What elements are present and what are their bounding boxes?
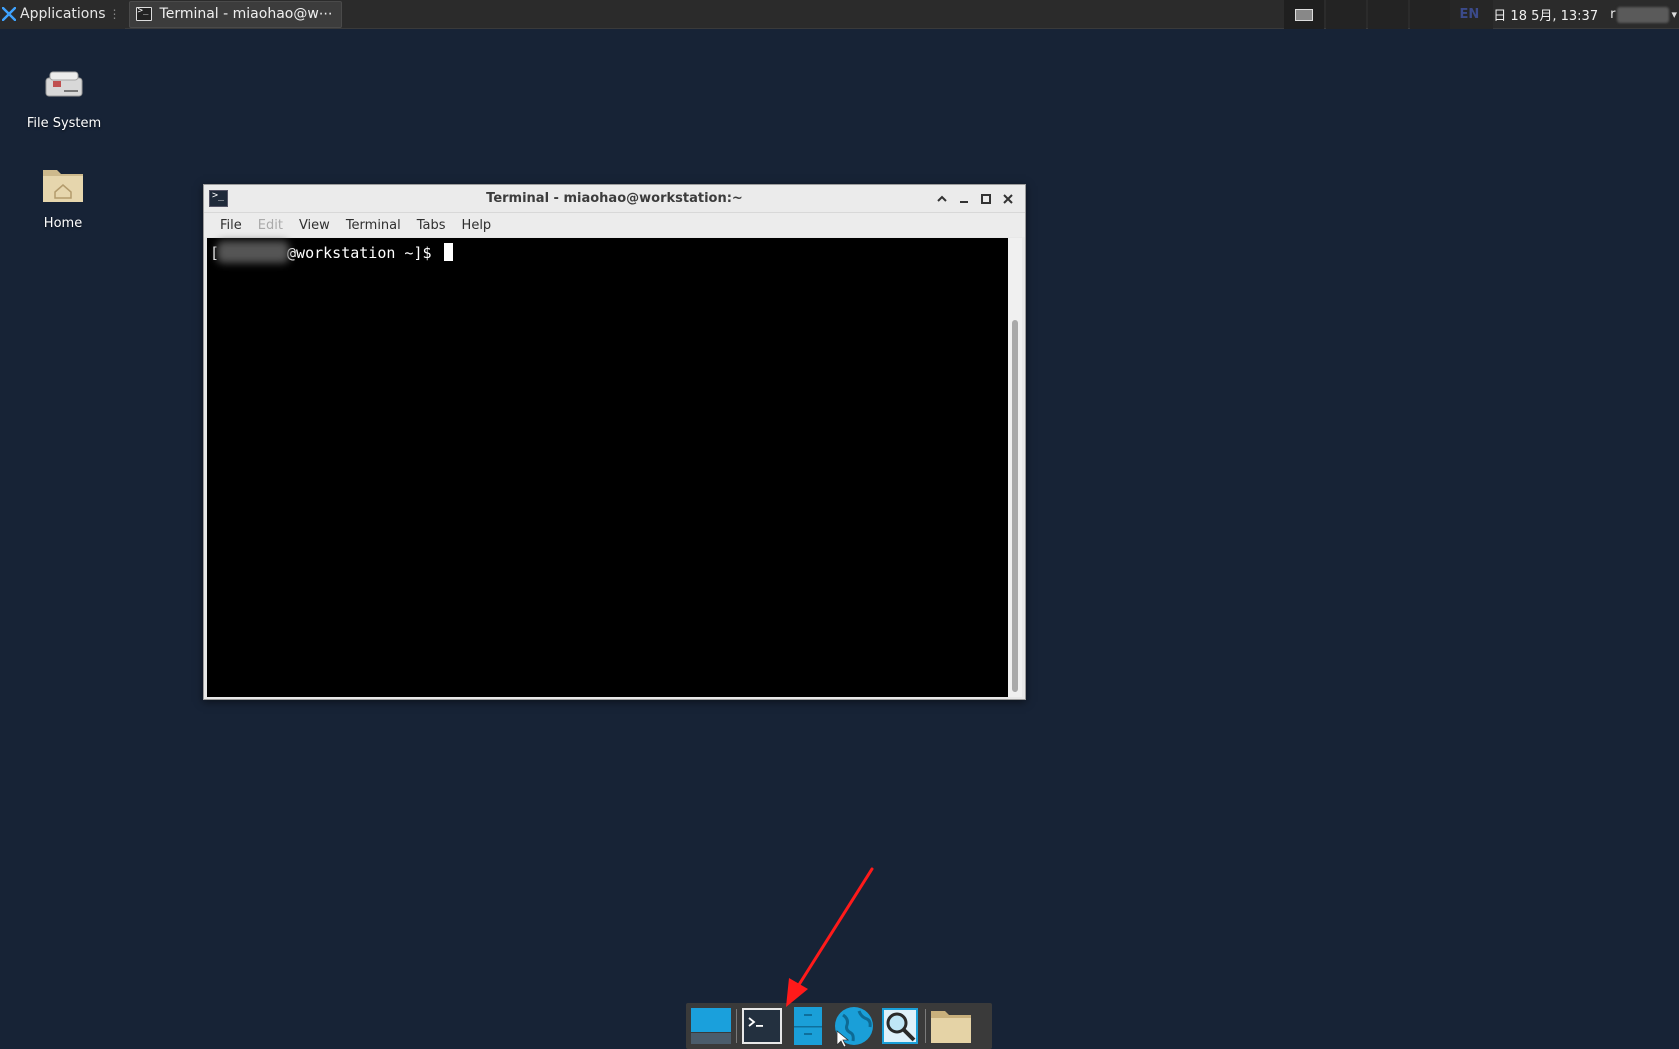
system-tray: EN 日 18 5月, 13:37 r ▾ bbox=[1282, 0, 1679, 29]
tray-slot-empty[interactable] bbox=[1409, 0, 1450, 29]
tray-slot-empty[interactable] bbox=[1325, 0, 1366, 29]
menu-view[interactable]: View bbox=[291, 218, 338, 233]
prompt-host: @workstation ~]$ bbox=[287, 244, 432, 262]
display-indicator[interactable] bbox=[1283, 0, 1324, 29]
taskbar-terminal-button[interactable]: Terminal - miaohao@w⋯ bbox=[128, 0, 342, 28]
chevron-up-icon bbox=[937, 195, 947, 202]
xfce-logo-icon bbox=[2, 7, 16, 21]
keyboard-layout-indicator[interactable]: EN bbox=[1449, 0, 1494, 29]
terminal-icon bbox=[742, 1008, 782, 1044]
menu-edit[interactable]: Edit bbox=[250, 218, 291, 233]
folder-icon bbox=[931, 1011, 971, 1043]
dock-web-browser[interactable] bbox=[831, 1003, 877, 1049]
clock[interactable]: 日 18 5月, 13:37 bbox=[1493, 5, 1610, 24]
bottom-dock bbox=[686, 1003, 992, 1049]
maximize-icon bbox=[981, 194, 991, 204]
menu-terminal[interactable]: Terminal bbox=[338, 218, 409, 233]
dock-separator bbox=[925, 1009, 926, 1043]
window-controls bbox=[931, 189, 1019, 209]
dock-home-folder[interactable] bbox=[928, 1003, 974, 1049]
window-title: Terminal - miaohao@workstation:~ bbox=[486, 191, 743, 206]
desktop-icon bbox=[691, 1008, 731, 1044]
dock-separator bbox=[736, 1009, 737, 1043]
terminal-icon bbox=[135, 6, 152, 21]
terminal-scrollbar[interactable] bbox=[1008, 238, 1022, 697]
file-cabinet-icon bbox=[794, 1007, 822, 1045]
desktop-icon-home[interactable]: Home bbox=[13, 160, 113, 231]
chevron-down-icon[interactable]: ▾ bbox=[1671, 8, 1677, 21]
desktop-icon-label: File System bbox=[26, 116, 102, 131]
redacted-username bbox=[1617, 6, 1670, 23]
menu-bar: File Edit View Terminal Tabs Help bbox=[204, 213, 1025, 237]
minimize-button[interactable] bbox=[953, 189, 975, 209]
globe-icon bbox=[835, 1007, 873, 1047]
desktop-icon-label: Home bbox=[43, 216, 83, 231]
maximize-button[interactable] bbox=[975, 189, 997, 209]
drive-icon bbox=[45, 71, 83, 97]
shell-prompt: [@workstation ~]$ bbox=[210, 241, 453, 263]
panel-separator-icon: ⋮ bbox=[108, 7, 121, 21]
dock-file-manager[interactable] bbox=[785, 1003, 831, 1049]
desktop-icon-file-system[interactable]: File System bbox=[14, 60, 114, 131]
scrollbar-thumb[interactable] bbox=[1012, 320, 1018, 692]
home-folder-icon bbox=[43, 170, 83, 202]
top-panel: Applications ⋮ Terminal - miaohao@w⋯ EN … bbox=[0, 0, 1679, 29]
user-menu-initial[interactable]: r bbox=[1610, 7, 1615, 22]
menu-help[interactable]: Help bbox=[454, 218, 500, 233]
minimize-icon bbox=[960, 201, 968, 203]
window-titlebar[interactable]: Terminal - miaohao@workstation:~ bbox=[204, 185, 1025, 213]
terminal-window[interactable]: Terminal - miaohao@workstation:~ File Ed… bbox=[203, 184, 1026, 700]
dock-terminal[interactable] bbox=[739, 1003, 785, 1049]
display-icon bbox=[1294, 8, 1313, 21]
menu-tabs[interactable]: Tabs bbox=[409, 218, 454, 233]
tray-slot-empty[interactable] bbox=[1367, 0, 1408, 29]
taskbar-terminal-title: Terminal - miaohao@w⋯ bbox=[159, 6, 333, 22]
menu-file[interactable]: File bbox=[212, 218, 250, 233]
dock-app-finder[interactable] bbox=[877, 1003, 923, 1049]
text-cursor bbox=[443, 243, 453, 261]
close-button[interactable] bbox=[997, 189, 1019, 209]
applications-menu-button[interactable]: Applications ⋮ bbox=[0, 0, 125, 29]
magnifier-icon bbox=[882, 1008, 918, 1044]
redacted-username bbox=[217, 241, 290, 263]
applications-label: Applications bbox=[20, 6, 106, 22]
dock-show-desktop[interactable] bbox=[688, 1003, 734, 1049]
close-icon bbox=[1003, 194, 1013, 204]
terminal-output[interactable]: [@workstation ~]$ bbox=[207, 238, 1008, 697]
roll-up-button[interactable] bbox=[931, 189, 953, 209]
